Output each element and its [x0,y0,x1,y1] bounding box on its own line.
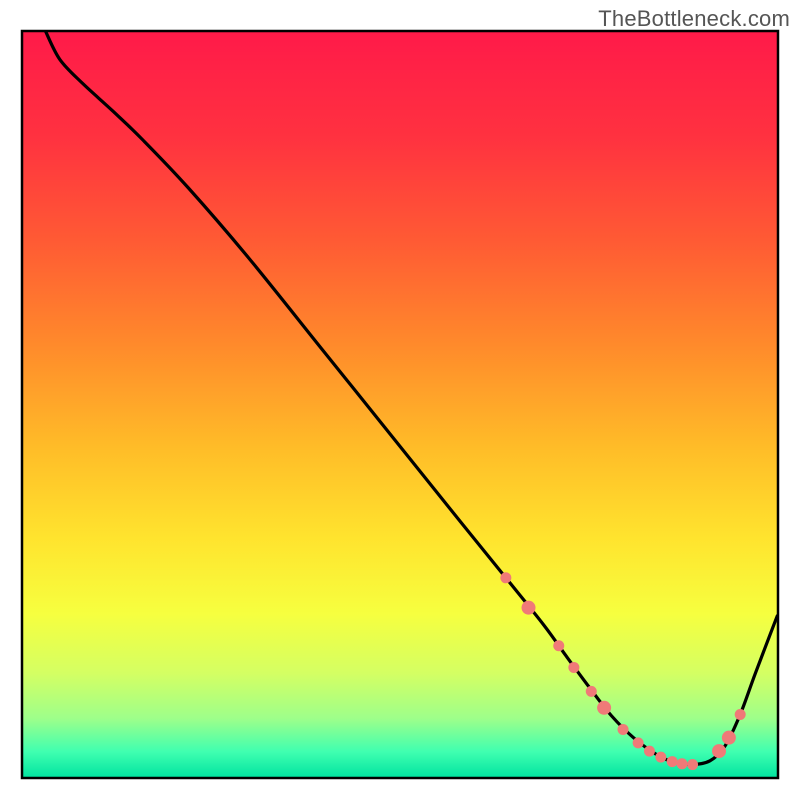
curve-marker [500,572,511,583]
curve-marker [687,759,698,770]
curve-marker [735,709,746,720]
curve-marker [568,662,579,673]
curve-marker [553,640,564,651]
curve-marker [522,601,536,615]
curve-marker [712,744,726,758]
curve-marker [597,701,611,715]
watermark-text: TheBottleneck.com [598,6,790,32]
plot-background [22,31,778,778]
curve-marker [655,752,666,763]
curve-marker [618,724,629,735]
curve-marker [722,731,736,745]
chart-svg [0,0,800,800]
chart-frame: TheBottleneck.com [0,0,800,800]
curve-marker [667,756,678,767]
curve-marker [644,746,655,757]
curve-marker [633,737,644,748]
curve-marker [586,686,597,697]
curve-marker [676,758,687,769]
